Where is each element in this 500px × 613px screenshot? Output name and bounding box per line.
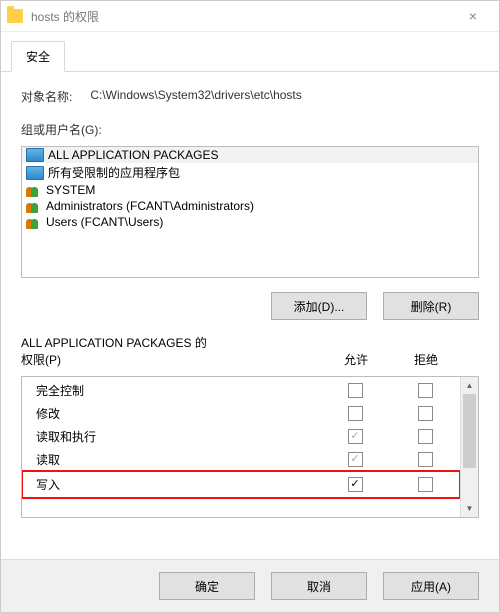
add-button[interactable]: 添加(D)... (271, 292, 367, 320)
perm-header-suffix: 权限(P) (21, 353, 61, 367)
perm-col-allow: 允许 (321, 351, 391, 368)
allow-checkbox[interactable] (348, 383, 363, 398)
permission-row: 读取 (22, 448, 460, 471)
deny-checkbox[interactable] (418, 406, 433, 421)
allow-checkbox[interactable] (348, 477, 363, 492)
users-icon (26, 200, 42, 213)
users-icon (26, 184, 42, 197)
permission-label: 读取和执行 (36, 428, 320, 445)
folder-icon (7, 9, 23, 23)
permission-label: 写入 (36, 476, 320, 493)
allow-checkbox[interactable] (348, 406, 363, 421)
permissions-dialog: hosts 的权限 × 安全 对象名称: C:\Windows\System32… (0, 0, 500, 613)
permission-label: 修改 (36, 405, 320, 422)
dialog-footer: 确定 取消 应用(A) (1, 559, 499, 612)
list-item[interactable]: SYSTEM (22, 182, 478, 198)
perm-header-prefix: ALL APPLICATION PACKAGES 的 (21, 336, 207, 350)
permissions-list[interactable]: 完全控制修改读取和执行读取写入 (22, 377, 460, 517)
deny-checkbox[interactable] (418, 429, 433, 444)
permission-row: 读取和执行 (22, 425, 460, 448)
allow-checkbox[interactable] (348, 429, 363, 444)
deny-checkbox[interactable] (418, 477, 433, 492)
list-item-label: 所有受限制的应用程序包 (48, 164, 180, 181)
ok-button[interactable]: 确定 (159, 572, 255, 600)
scroll-thumb[interactable] (463, 394, 476, 468)
permissions-listbox: 完全控制修改读取和执行读取写入 ▲ ▼ (21, 376, 479, 518)
computer-icon (26, 148, 44, 162)
list-item[interactable]: Administrators (FCANT\Administrators) (22, 198, 478, 214)
dialog-body: 对象名称: C:\Windows\System32\drivers\etc\ho… (1, 72, 499, 559)
title-bar: hosts 的权限 × (1, 1, 499, 32)
permission-label: 完全控制 (36, 382, 320, 399)
computer-icon (26, 166, 44, 180)
group-buttons-row: 添加(D)... 删除(R) (21, 292, 479, 320)
groups-listbox[interactable]: ALL APPLICATION PACKAGES 所有受限制的应用程序包 SYSTE… (21, 146, 479, 278)
perm-col-deny: 拒绝 (391, 351, 461, 368)
list-item[interactable]: ALL APPLICATION PACKAGES (22, 147, 478, 163)
cancel-button[interactable]: 取消 (271, 572, 367, 600)
groups-label: 组或用户名(G): (21, 123, 102, 137)
permission-header: ALL APPLICATION PACKAGES 的 权限(P) 允许 拒绝 (21, 334, 479, 368)
deny-checkbox[interactable] (418, 383, 433, 398)
users-icon (26, 216, 42, 229)
permission-row: 完全控制 (22, 379, 460, 402)
list-item[interactable]: Users (FCANT\Users) (22, 214, 478, 230)
object-name-value: C:\Windows\System32\drivers\etc\hosts (90, 88, 301, 102)
list-item[interactable]: 所有受限制的应用程序包 (22, 163, 478, 182)
list-item-label: Administrators (FCANT\Administrators) (46, 199, 254, 213)
list-item-label: SYSTEM (46, 183, 95, 197)
allow-checkbox[interactable] (348, 452, 363, 467)
list-item-label: Users (FCANT\Users) (46, 215, 163, 229)
window-title: hosts 的权限 (31, 8, 453, 25)
permission-label: 读取 (36, 451, 320, 468)
object-name-label: 对象名称: (21, 88, 72, 105)
permission-row: 修改 (22, 402, 460, 425)
scroll-up-icon[interactable]: ▲ (461, 377, 478, 394)
list-item-label: ALL APPLICATION PACKAGES (48, 148, 219, 162)
close-button[interactable]: × (453, 8, 493, 24)
scroll-track[interactable] (461, 394, 478, 500)
tab-strip: 安全 (1, 32, 499, 72)
object-name-row: 对象名称: C:\Windows\System32\drivers\etc\ho… (21, 88, 479, 105)
permission-row: 写入 (22, 471, 460, 498)
deny-checkbox[interactable] (418, 452, 433, 467)
permission-header-title: ALL APPLICATION PACKAGES 的 权限(P) (21, 334, 321, 368)
apply-button[interactable]: 应用(A) (383, 572, 479, 600)
groups-section: 组或用户名(G): (21, 121, 479, 138)
scrollbar[interactable]: ▲ ▼ (460, 377, 478, 517)
remove-button[interactable]: 删除(R) (383, 292, 479, 320)
tab-security[interactable]: 安全 (11, 41, 65, 72)
scroll-down-icon[interactable]: ▼ (461, 500, 478, 517)
